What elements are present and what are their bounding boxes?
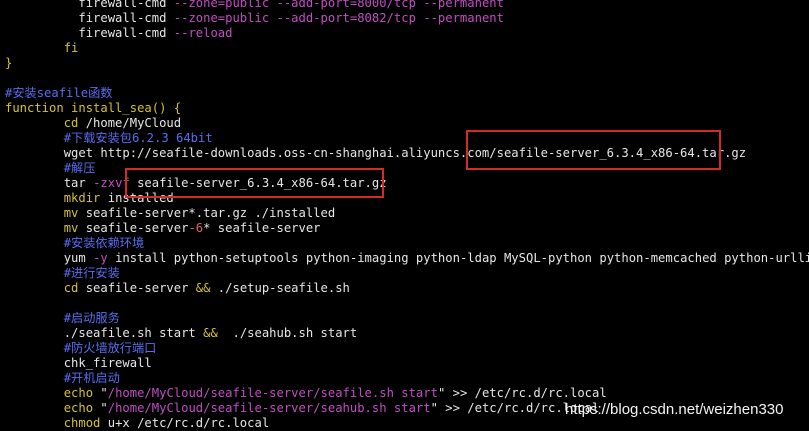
code-line: firewall-cmd --reload: [5, 26, 232, 41]
code-token: }: [5, 56, 13, 70]
code-token: #进行安装: [5, 266, 120, 280]
code-line: chk_firewall: [5, 356, 152, 371]
code-token: #解压: [5, 161, 96, 175]
code-token: firewall-cmd: [5, 0, 174, 10]
highlight-box-extract-filename: [125, 168, 384, 198]
code-token: seafile-server: [78, 221, 189, 235]
code-line: #下载安装包6.2.3 64bit: [5, 131, 213, 146]
code-token: #安装依赖环境: [5, 236, 145, 250]
highlight-box-download-filename: [466, 130, 721, 170]
code-token: ./seahub.sh start: [217, 326, 358, 340]
code-token: #开机启动: [5, 371, 120, 385]
code-token: chmod: [5, 416, 101, 430]
code-line: #开机启动: [5, 371, 120, 386]
code-line: #安装seafile函数: [5, 86, 112, 101]
code-token: &&: [195, 281, 211, 295]
code-line: cd seafile-server && ./setup-seafile.sh: [5, 281, 350, 296]
code-token: --zone=public --add-port=8000/tcp --perm…: [173, 0, 504, 10]
code-token: mv: [5, 221, 79, 235]
code-token: cd: [5, 281, 79, 295]
code-token: /home/MyCloud/seafile-server/seahub.sh s…: [107, 401, 431, 415]
code-line: mv seafile-server-6* seafile-server: [5, 221, 321, 236]
code-token: #启动服务: [5, 311, 120, 325]
code-token: firewall-cmd: [5, 11, 174, 25]
code-token: mv: [5, 206, 79, 220]
code-token: function install_sea() {: [5, 101, 182, 115]
code-token: firewall-cmd: [5, 26, 174, 40]
code-line: ./seafile.sh start && ./seahub.sh start: [5, 326, 358, 341]
code-token: install python-setuptools python-imaging…: [107, 251, 809, 265]
code-token: #下载安装包6.2.3 64bit: [5, 131, 213, 145]
code-token: cd: [5, 116, 79, 130]
code-line: }: [5, 56, 12, 71]
code-line: #防火墙放行端口: [5, 341, 157, 356]
code-token: -y: [93, 251, 108, 265]
code-token: echo: [5, 401, 94, 415]
code-token: " >> /etc/rc.d/rc.local: [437, 386, 607, 400]
code-token: u+x /etc/rc.d/rc.local: [100, 416, 270, 430]
code-token: seafile-server*.tar.gz ./installed: [78, 206, 336, 220]
code-line: #进行安装: [5, 266, 120, 281]
code-line: #启动服务: [5, 311, 120, 326]
code-line: firewall-cmd --zone=public --add-port=80…: [5, 0, 504, 11]
code-token: yum: [5, 251, 94, 265]
terminal-editor[interactable]: firewall-cmd --zone=public --add-port=80…: [0, 0, 809, 430]
code-token: #安装seafile函数: [5, 86, 113, 100]
code-token: mkdir: [5, 191, 101, 205]
code-line: echo "/home/MyCloud/seafile-server/seafi…: [5, 386, 607, 401]
code-token: ": [93, 386, 108, 400]
code-token: &&: [203, 326, 218, 340]
code-line: fi: [5, 41, 79, 56]
code-line: #安装依赖环境: [5, 236, 144, 251]
code-token: --reload: [173, 26, 233, 40]
code-line: #解压: [5, 161, 96, 176]
code-line: function install_sea() {: [5, 101, 181, 116]
code-token: seafile-server: [78, 281, 196, 295]
code-token: /home/MyCloud: [78, 116, 182, 130]
code-token: fi: [5, 41, 79, 55]
code-token: ": [93, 401, 108, 415]
code-token: /home/MyCloud/seafile-server/seafile.sh …: [107, 386, 438, 400]
code-token: chk_firewall: [5, 356, 152, 370]
code-line: echo "/home/MyCloud/seafile-server/seahu…: [5, 401, 600, 416]
code-line: cd /home/MyCloud: [5, 116, 181, 131]
code-token: --zone=public --add-port=8082/tcp --perm…: [173, 11, 504, 25]
code-token: * seafile-server: [203, 221, 321, 235]
code-token: echo: [5, 386, 94, 400]
code-line: mv seafile-server*.tar.gz ./installed: [5, 206, 336, 221]
code-token: tar: [5, 176, 94, 190]
code-token: ./setup-seafile.sh: [210, 281, 350, 295]
code-token: ./seafile.sh start: [5, 326, 204, 340]
watermark-text: https://blog.csdn.net/weizhen330: [565, 401, 784, 418]
code-token: #防火墙放行端口: [5, 341, 157, 355]
code-line: firewall-cmd --zone=public --add-port=80…: [5, 11, 504, 26]
code-token: -6: [188, 221, 204, 235]
code-line: yum -y install python-setuptools python-…: [5, 251, 809, 266]
